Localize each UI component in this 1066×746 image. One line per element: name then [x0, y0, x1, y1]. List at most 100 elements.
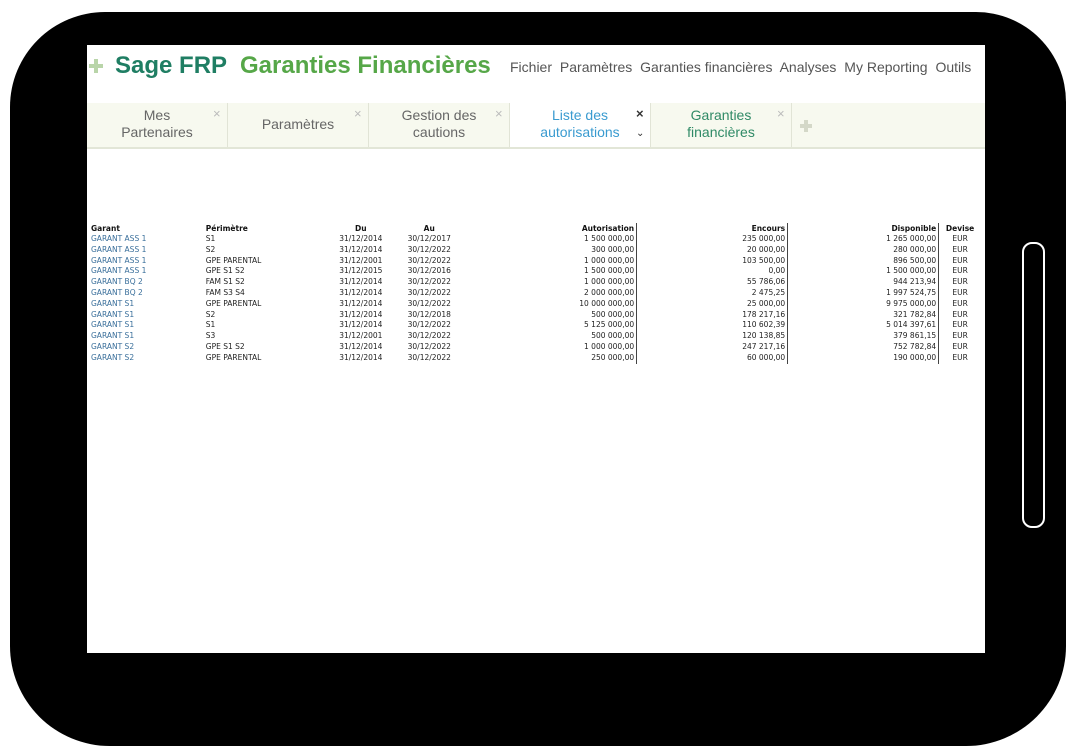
cell-garant[interactable]: GARANT BQ 2 [89, 288, 204, 299]
main-menu: Fichier Paramètres Garanties financières… [510, 59, 975, 75]
cell-au: 30/12/2018 [407, 309, 451, 319]
cell-devise: EUR [952, 234, 968, 243]
cell-autorisation: 1 000 000,00 [463, 255, 638, 267]
table-row[interactable]: GARANT BQ 2 FAM S1 S2 31/12/2014 30/12/2022… [89, 277, 981, 288]
menu-outils[interactable]: Outils [935, 59, 971, 75]
cell-devise: EUR [952, 287, 968, 297]
table-row[interactable]: GARANT ASS 1 S2 31/12/2014 30/12/2022 300 00… [89, 244, 981, 256]
cell-garant[interactable]: GARANT S1 [89, 331, 204, 342]
table-row[interactable]: GARANT ASS 1 GPE S1 S2 31/12/2015 30/12/201… [89, 266, 981, 278]
menu-my-reporting[interactable]: My Reporting [844, 59, 927, 75]
cell-du: 31/12/2001 [339, 255, 383, 265]
cell-encours: 103 500,00 [636, 255, 789, 267]
cell-du: 31/12/2014 [339, 277, 383, 287]
tab-gestion-des-cautions[interactable]: Gestion des cautions × [369, 103, 510, 147]
menu-analyses[interactable]: Analyses [780, 59, 837, 75]
table-row[interactable]: GARANT ASS 1 S1 31/12/2014 30/12/2017 1 500 … [89, 234, 981, 245]
cell-disponible: 1 265 000,00 [787, 234, 940, 245]
cell-du: 31/12/2014 [339, 352, 383, 362]
cell-perimetre: S1 [205, 320, 216, 330]
cell-du: 31/12/2001 [339, 331, 383, 341]
cell-disponible: 280 000,00 [787, 244, 940, 256]
tab-label-line2: Partenaires [121, 124, 193, 140]
col-header-encours[interactable]: Encours [636, 223, 789, 234]
cell-perimetre: GPE S1 S2 [205, 266, 245, 276]
cell-perimetre: S2 [205, 244, 216, 254]
cell-encours: 25 000,00 [636, 298, 789, 310]
cell-au: 30/12/2022 [407, 341, 451, 351]
table-row[interactable]: GARANT S1 S2 31/12/2014 30/12/2018 500 000,0… [89, 309, 981, 321]
cell-autorisation: 500 000,00 [463, 309, 638, 321]
col-header-autorisation[interactable]: Autorisation [463, 223, 638, 234]
plus-icon[interactable] [89, 59, 103, 73]
cell-garant[interactable]: GARANT ASS 1 [89, 266, 204, 277]
cell-garant[interactable]: GARANT ASS 1 [89, 234, 204, 245]
col-header-disponible[interactable]: Disponible [787, 223, 940, 234]
cell-devise: EUR [952, 320, 968, 330]
cell-devise: EUR [952, 341, 968, 351]
app-title: Garanties Financières [240, 52, 491, 79]
cell-perimetre: FAM S3 S4 [205, 287, 245, 297]
cell-garant[interactable]: GARANT S1 [89, 320, 204, 331]
tab-garanties-financieres[interactable]: Garanties financières × [651, 103, 792, 147]
col-header-perimetre[interactable]: Périmètre [204, 223, 327, 234]
cell-garant[interactable]: GARANT S2 [89, 353, 204, 364]
chevron-down-icon[interactable]: ⌄ [636, 125, 644, 142]
cell-encours: 55 786,06 [636, 277, 789, 288]
table-row[interactable]: GARANT ASS 1 GPE PARENTAL 31/12/2001 30/12/… [89, 255, 981, 267]
table-row[interactable]: GARANT BQ 2 FAM S3 S4 31/12/2014 30/12/2022… [89, 287, 981, 299]
close-icon[interactable]: × [636, 105, 644, 122]
table-row[interactable]: GARANT S2 GPE PARENTAL 31/12/2014 30/12/202… [89, 352, 981, 364]
tab-parametres[interactable]: Paramètres × [228, 103, 369, 147]
col-header-garant[interactable]: Garant [89, 223, 204, 234]
cell-garant[interactable]: GARANT S1 [89, 310, 204, 321]
tab-label-line2: financières [687, 124, 755, 140]
cell-encours: 178 217,16 [636, 309, 789, 321]
app-screen: Sage FRP Garanties Financières Fichier P… [87, 45, 985, 653]
cell-devise: EUR [952, 255, 968, 265]
col-header-du[interactable]: Du [327, 223, 395, 234]
cell-garant[interactable]: GARANT ASS 1 [89, 256, 204, 267]
tab-liste-des-autorisations[interactable]: Liste des autorisations × ⌄ [510, 103, 651, 147]
table-row[interactable]: GARANT S1 S3 31/12/2001 30/12/2022 500 000,0… [89, 331, 981, 342]
col-header-devise[interactable]: Devise [939, 223, 981, 234]
cell-encours: 110 602,39 [636, 320, 789, 332]
cell-au: 30/12/2017 [407, 234, 451, 243]
menu-fichier[interactable]: Fichier [510, 59, 552, 75]
cell-autorisation: 250 000,00 [463, 352, 638, 364]
col-header-au[interactable]: Au [395, 223, 463, 234]
cell-du: 31/12/2014 [339, 244, 383, 254]
cell-garant[interactable]: GARANT S1 [89, 299, 204, 310]
table-row[interactable]: GARANT S1 S1 31/12/2014 30/12/2022 5 125 000… [89, 320, 981, 332]
close-icon[interactable]: × [354, 105, 362, 122]
brand-logo: Sage FRP [115, 52, 228, 79]
tab-label-line1: Paramètres [261, 116, 335, 132]
cell-perimetre: FAM S1 S2 [205, 277, 245, 287]
cell-du: 31/12/2015 [339, 266, 383, 276]
cell-disponible: 896 500,00 [787, 255, 940, 267]
table-row[interactable]: GARANT S1 GPE PARENTAL 31/12/2014 30/12/202… [89, 298, 981, 310]
cell-autorisation: 2 000 000,00 [463, 287, 638, 299]
table-row[interactable]: GARANT S2 GPE S1 S2 31/12/2014 30/12/2022 1 … [89, 341, 981, 353]
cell-autorisation: 500 000,00 [463, 331, 638, 342]
menu-garanties-financieres[interactable]: Garanties financières [640, 59, 772, 75]
menu-parametres[interactable]: Paramètres [560, 59, 632, 75]
add-tab-icon[interactable] [800, 120, 812, 132]
cell-devise: EUR [952, 244, 968, 254]
cell-disponible: 321 782,84 [787, 309, 940, 321]
close-icon[interactable]: × [213, 105, 221, 122]
cell-garant[interactable]: GARANT BQ 2 [89, 277, 204, 288]
cell-disponible: 379 861,15 [787, 331, 940, 342]
close-icon[interactable]: × [495, 105, 503, 122]
table-header-row: Garant Périmètre Du Au Autorisation Enco… [89, 223, 981, 234]
cell-garant[interactable]: GARANT S2 [89, 342, 204, 353]
cell-perimetre: GPE PARENTAL [205, 255, 262, 265]
cell-autorisation: 1 500 000,00 [463, 234, 638, 245]
app-header: Sage FRP Garanties Financières Fichier P… [87, 45, 985, 97]
cell-du: 31/12/2014 [339, 298, 383, 308]
home-button[interactable] [1022, 242, 1045, 528]
close-icon[interactable]: × [777, 105, 785, 122]
cell-encours: 120 138,85 [636, 331, 789, 342]
tab-mes-partenaires[interactable]: Mes Partenaires × [87, 103, 228, 147]
cell-garant[interactable]: GARANT ASS 1 [89, 245, 204, 256]
